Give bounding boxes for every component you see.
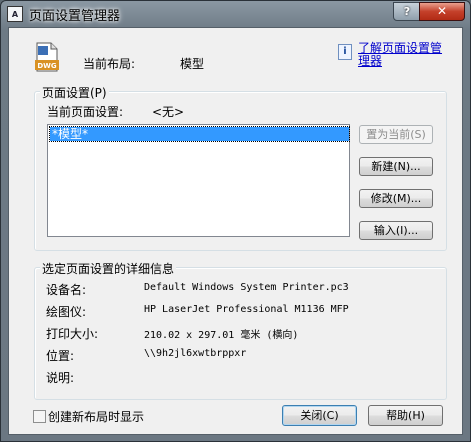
page-setups-group-title: 页面设置(P)	[40, 84, 109, 101]
dwg-icon-text: DWG	[37, 62, 57, 70]
title-bar[interactable]: A 页面设置管理器 ? ✕	[1, 1, 470, 27]
autocad-app-icon: A	[7, 6, 23, 22]
title-close-button[interactable]: ✕	[419, 2, 465, 21]
new-button[interactable]: 新建(N)...	[359, 157, 433, 176]
modify-button[interactable]: 修改(M)...	[359, 189, 433, 208]
current-layout-label: 当前布局:	[83, 57, 136, 71]
dialog-client-area: DWG 当前布局: 模型 i 了解页面设置管理器 页面设置(P) 当前页面设置:…	[8, 27, 463, 435]
current-page-setup-label: 当前页面设置:	[47, 105, 124, 119]
location-value: \\9h2jl6xwtbrppxr	[144, 348, 247, 359]
plotter-label: 绘图仪:	[46, 305, 87, 319]
device-name-label: 设备名:	[46, 283, 87, 297]
title-help-button[interactable]: ?	[393, 2, 421, 21]
details-group-title: 选定页面设置的详细信息	[40, 260, 177, 277]
set-current-button[interactable]: 置为当前(S)	[359, 125, 433, 144]
plot-size-label: 打印大小:	[46, 327, 99, 341]
info-icon[interactable]: i	[338, 44, 352, 60]
window-title: 页面设置管理器	[29, 9, 121, 24]
plot-size-value: 210.02 x 297.01 毫米 (横向)	[144, 330, 299, 341]
dwg-file-icon: DWG	[35, 42, 59, 72]
show-on-new-layout-label[interactable]: 创建新布局时显示	[48, 408, 144, 425]
close-button[interactable]: 关闭(C)	[282, 405, 357, 426]
device-name-value: Default Windows System Printer.pc3	[144, 282, 349, 293]
page-setup-manager-window: A 页面设置管理器 ? ✕ DWG 当前布局: 模型 i 了解页面设置管理器 页…	[0, 0, 471, 442]
help-button[interactable]: 帮助(H)	[368, 405, 443, 426]
location-label: 位置:	[46, 349, 75, 363]
import-button[interactable]: 输入(I)...	[359, 221, 433, 240]
current-page-setup-value: <无>	[152, 105, 185, 119]
learn-page-setup-link[interactable]: 了解页面设置管理器	[358, 42, 450, 68]
current-layout-value: 模型	[180, 57, 205, 71]
plotter-value: HP LaserJet Professional M1136 MFP	[144, 304, 349, 315]
page-setups-list[interactable]: *模型*	[47, 124, 350, 237]
description-label: 说明:	[46, 371, 75, 385]
show-on-new-layout-checkbox[interactable]	[33, 410, 46, 423]
list-item[interactable]: *模型*	[49, 126, 350, 142]
